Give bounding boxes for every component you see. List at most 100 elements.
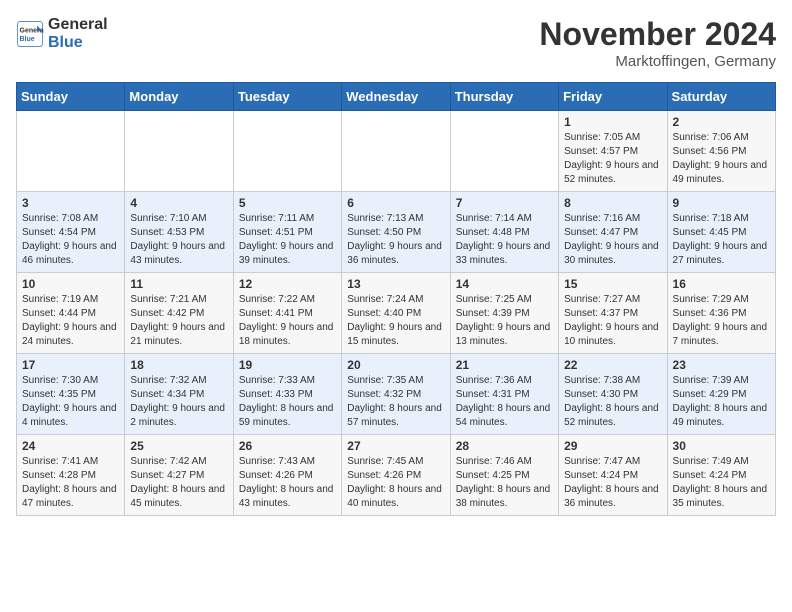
title-block: November 2024 Marktoffingen, Germany: [539, 16, 776, 70]
day-info: Sunrise: 7:16 AMSunset: 4:47 PMDaylight:…: [564, 212, 661, 268]
day-number: 5: [239, 196, 336, 210]
day-info: Sunrise: 7:24 AMSunset: 4:40 PMDaylight:…: [347, 293, 444, 349]
calendar-day-cell: 1 Sunrise: 7:05 AMSunset: 4:57 PMDaylight…: [559, 111, 667, 192]
calendar-day-cell: 20Sunrise: 7:35 AMSunset: 4:32 PMDayligh…: [342, 354, 450, 435]
day-number: 2: [673, 115, 770, 129]
weekday-header-cell: Sunday: [17, 83, 125, 111]
day-number: 9: [673, 196, 770, 210]
day-info: Sunrise: 7:27 AMSunset: 4:37 PMDaylight:…: [564, 293, 661, 349]
day-number: 28: [456, 439, 553, 453]
day-info: Sunrise: 7:36 AMSunset: 4:31 PMDaylight:…: [456, 374, 553, 430]
calendar-day-cell: 13Sunrise: 7:24 AMSunset: 4:40 PMDayligh…: [342, 273, 450, 354]
calendar-day-cell: 25 Sunrise: 7:42 AMSunset: 4:27 PMDayligh…: [125, 435, 233, 516]
calendar-day-cell: [125, 111, 233, 192]
day-number: 22: [564, 358, 661, 372]
calendar-day-cell: 22Sunrise: 7:38 AMSunset: 4:30 PMDayligh…: [559, 354, 667, 435]
day-info: Sunrise: 7:05 AMSunset: 4:57 PMDaylight:…: [564, 131, 661, 187]
day-number: 23: [673, 358, 770, 372]
day-number: 24: [22, 439, 119, 453]
calendar-day-cell: 24Sunrise: 7:41 AMSunset: 4:28 PMDayligh…: [17, 435, 125, 516]
calendar-week-row: 24Sunrise: 7:41 AMSunset: 4:28 PMDayligh…: [17, 435, 776, 516]
weekday-header-row: SundayMondayTuesdayWednesdayThursdayFrid…: [17, 83, 776, 111]
calendar-day-cell: 23Sunrise: 7:39 AMSunset: 4:29 PMDayligh…: [667, 354, 775, 435]
calendar-day-cell: 3 Sunrise: 7:08 AMSunset: 4:54 PMDaylight…: [17, 192, 125, 273]
day-number: 16: [673, 277, 770, 291]
day-number: 11: [130, 277, 227, 291]
day-info: Sunrise: 7:11 AMSunset: 4:51 PMDaylight:…: [239, 212, 336, 268]
weekday-header-cell: Wednesday: [342, 83, 450, 111]
day-number: 27: [347, 439, 444, 453]
svg-text:Blue: Blue: [20, 36, 35, 43]
day-number: 6: [347, 196, 444, 210]
logo: General Blue General Blue: [16, 16, 108, 51]
day-number: 3: [22, 196, 119, 210]
day-info: Sunrise: 7:19 AMSunset: 4:44 PMDaylight:…: [22, 293, 119, 349]
weekday-header-cell: Tuesday: [233, 83, 341, 111]
calendar-day-cell: 26 Sunrise: 7:43 AMSunset: 4:26 PMDayligh…: [233, 435, 341, 516]
calendar-body: 1 Sunrise: 7:05 AMSunset: 4:57 PMDaylight…: [17, 111, 776, 516]
calendar-day-cell: 12Sunrise: 7:22 AMSunset: 4:41 PMDayligh…: [233, 273, 341, 354]
day-info: Sunrise: 7:43 AMSunset: 4:26 PMDaylight:…: [239, 455, 336, 511]
calendar-week-row: 10 Sunrise: 7:19 AMSunset: 4:44 PMDayligh…: [17, 273, 776, 354]
calendar-day-cell: 15Sunrise: 7:27 AMSunset: 4:37 PMDayligh…: [559, 273, 667, 354]
location-subtitle: Marktoffingen, Germany: [539, 53, 776, 70]
day-info: Sunrise: 7:18 AMSunset: 4:45 PMDaylight:…: [673, 212, 770, 268]
calendar-day-cell: [17, 111, 125, 192]
day-info: Sunrise: 7:49 AMSunset: 4:24 PMDaylight:…: [673, 455, 770, 511]
day-info: Sunrise: 7:13 AMSunset: 4:50 PMDaylight:…: [347, 212, 444, 268]
day-number: 29: [564, 439, 661, 453]
logo-icon: General Blue: [16, 20, 44, 48]
calendar-day-cell: 19Sunrise: 7:33 AMSunset: 4:33 PMDayligh…: [233, 354, 341, 435]
day-info: Sunrise: 7:29 AMSunset: 4:36 PMDaylight:…: [673, 293, 770, 349]
day-info: Sunrise: 7:25 AMSunset: 4:39 PMDaylight:…: [456, 293, 553, 349]
calendar-day-cell: 28 Sunrise: 7:46 AMSunset: 4:25 PMDayligh…: [450, 435, 558, 516]
calendar-day-cell: 10 Sunrise: 7:19 AMSunset: 4:44 PMDayligh…: [17, 273, 125, 354]
month-title: November 2024: [539, 16, 776, 53]
calendar-day-cell: 18 Sunrise: 7:32 AMSunset: 4:34 PMDayligh…: [125, 354, 233, 435]
day-number: 7: [456, 196, 553, 210]
calendar-day-cell: 9 Sunrise: 7:18 AMSunset: 4:45 PMDaylight…: [667, 192, 775, 273]
logo-general: General: [48, 16, 108, 34]
day-number: 30: [673, 439, 770, 453]
day-info: Sunrise: 7:46 AMSunset: 4:25 PMDaylight:…: [456, 455, 553, 511]
calendar-day-cell: 5 Sunrise: 7:11 AMSunset: 4:51 PMDaylight…: [233, 192, 341, 273]
calendar-week-row: 17Sunrise: 7:30 AMSunset: 4:35 PMDayligh…: [17, 354, 776, 435]
day-number: 10: [22, 277, 119, 291]
day-number: 26: [239, 439, 336, 453]
calendar-day-cell: 16 Sunrise: 7:29 AMSunset: 4:36 PMDayligh…: [667, 273, 775, 354]
calendar-day-cell: 11Sunrise: 7:21 AMSunset: 4:42 PMDayligh…: [125, 273, 233, 354]
day-info: Sunrise: 7:47 AMSunset: 4:24 PMDaylight:…: [564, 455, 661, 511]
calendar-day-cell: 4Sunrise: 7:10 AMSunset: 4:53 PMDaylight…: [125, 192, 233, 273]
calendar-day-cell: 6 Sunrise: 7:13 AMSunset: 4:50 PMDaylight…: [342, 192, 450, 273]
day-number: 12: [239, 277, 336, 291]
day-info: Sunrise: 7:35 AMSunset: 4:32 PMDaylight:…: [347, 374, 444, 430]
calendar-day-cell: [450, 111, 558, 192]
day-number: 1: [564, 115, 661, 129]
calendar-day-cell: 29 Sunrise: 7:47 AMSunset: 4:24 PMDayligh…: [559, 435, 667, 516]
day-number: 21: [456, 358, 553, 372]
day-number: 18: [130, 358, 227, 372]
page-header: General Blue General Blue November 2024 …: [16, 16, 776, 70]
day-number: 19: [239, 358, 336, 372]
calendar-week-row: 1 Sunrise: 7:05 AMSunset: 4:57 PMDaylight…: [17, 111, 776, 192]
calendar-day-cell: [342, 111, 450, 192]
day-number: 8: [564, 196, 661, 210]
calendar-day-cell: 8 Sunrise: 7:16 AMSunset: 4:47 PMDaylight…: [559, 192, 667, 273]
day-info: Sunrise: 7:42 AMSunset: 4:27 PMDaylight:…: [130, 455, 227, 511]
calendar-table: SundayMondayTuesdayWednesdayThursdayFrid…: [16, 82, 776, 516]
calendar-day-cell: 2Sunrise: 7:06 AMSunset: 4:56 PMDaylight…: [667, 111, 775, 192]
calendar-day-cell: 7Sunrise: 7:14 AMSunset: 4:48 PMDaylight…: [450, 192, 558, 273]
day-info: Sunrise: 7:45 AMSunset: 4:26 PMDaylight:…: [347, 455, 444, 511]
day-info: Sunrise: 7:32 AMSunset: 4:34 PMDaylight:…: [130, 374, 227, 430]
calendar-day-cell: [233, 111, 341, 192]
weekday-header-cell: Friday: [559, 83, 667, 111]
day-number: 14: [456, 277, 553, 291]
calendar-day-cell: 21 Sunrise: 7:36 AMSunset: 4:31 PMDayligh…: [450, 354, 558, 435]
calendar-day-cell: 14 Sunrise: 7:25 AMSunset: 4:39 PMDayligh…: [450, 273, 558, 354]
day-number: 25: [130, 439, 227, 453]
weekday-header-cell: Monday: [125, 83, 233, 111]
day-number: 4: [130, 196, 227, 210]
weekday-header-cell: Saturday: [667, 83, 775, 111]
day-info: Sunrise: 7:08 AMSunset: 4:54 PMDaylight:…: [22, 212, 119, 268]
calendar-day-cell: 27 Sunrise: 7:45 AMSunset: 4:26 PMDayligh…: [342, 435, 450, 516]
